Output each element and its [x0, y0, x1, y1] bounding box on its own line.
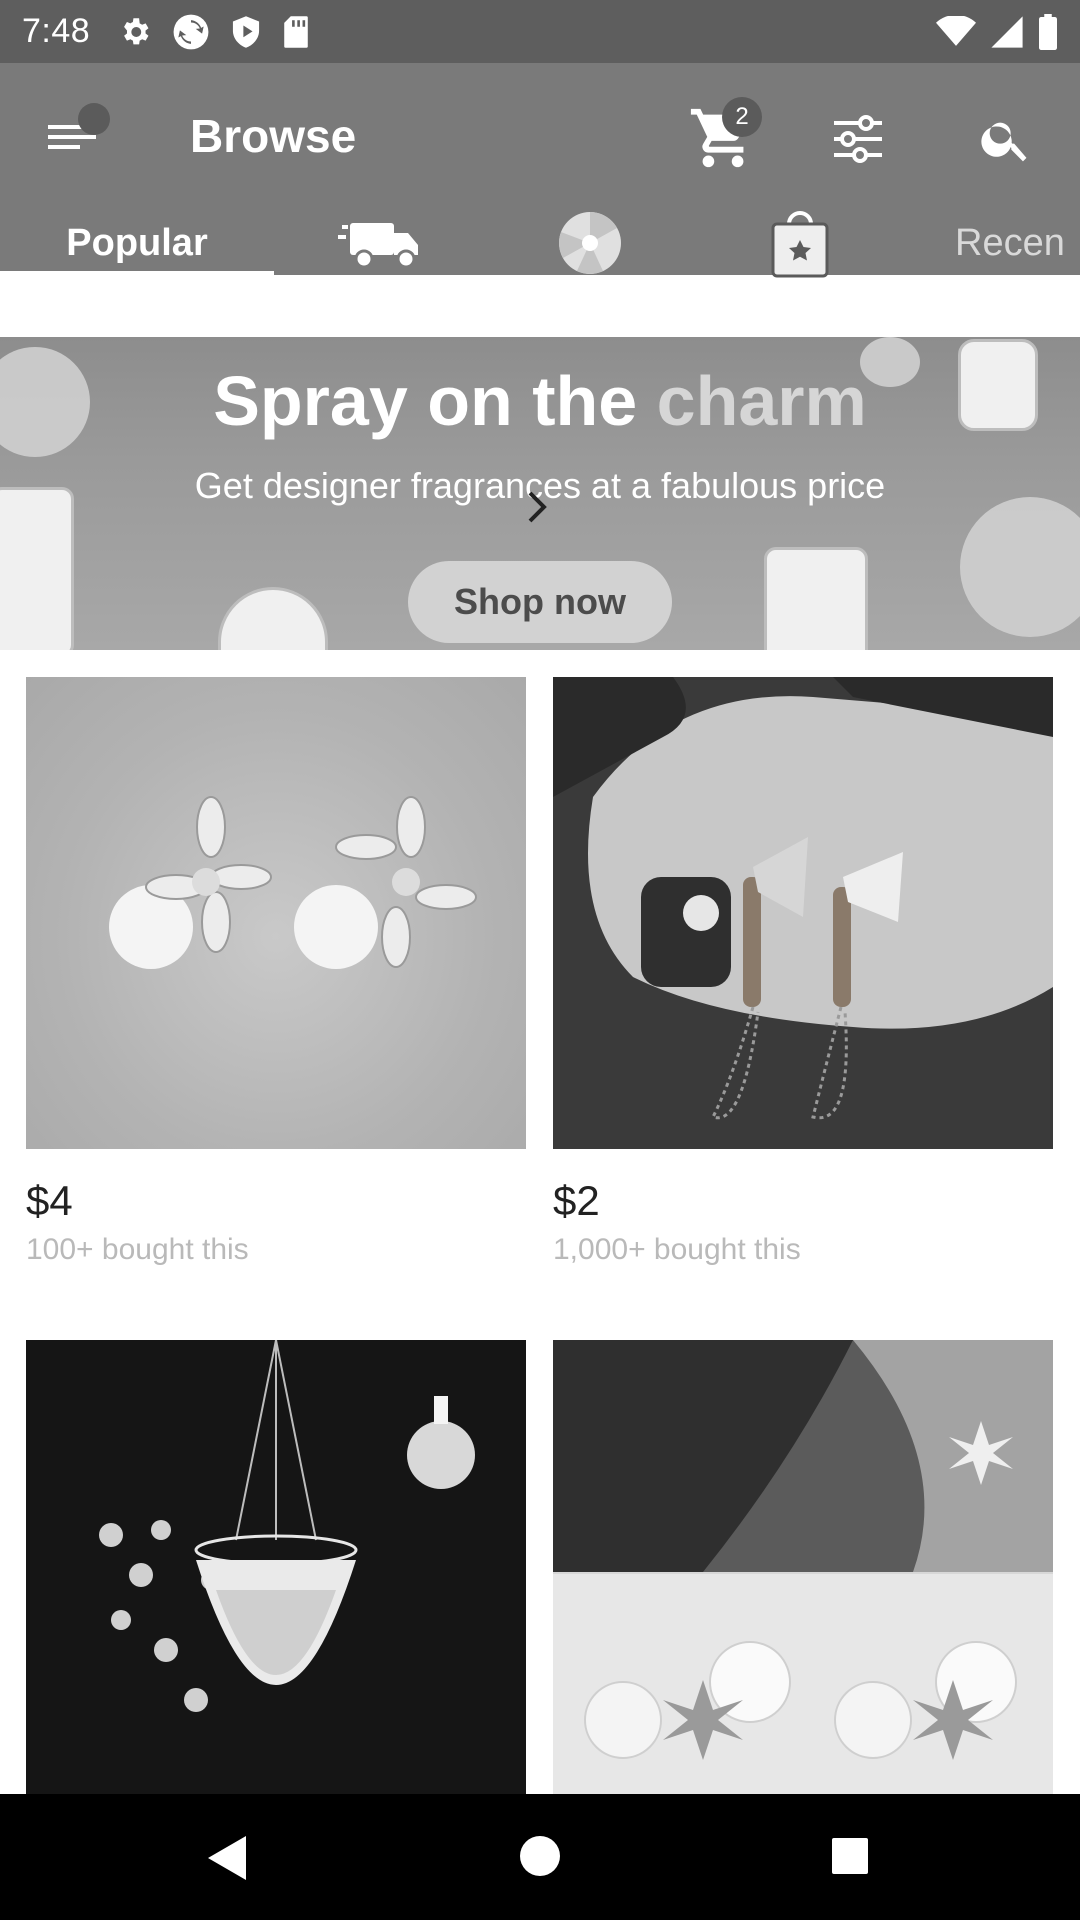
gear-icon [124, 17, 149, 44]
banner-title-highlight: charm [656, 362, 867, 440]
perfume-bottle-image [218, 587, 328, 650]
product-card[interactable]: $2 1,000+ bought this [553, 677, 1053, 1266]
sliders-icon [834, 115, 882, 163]
signal-icon [991, 15, 1023, 48]
app-screen: 7:48 Browse 2 Popular Recen Spray on the… [0, 0, 1080, 1920]
wifi-icon [936, 15, 976, 46]
mini-axe-keychains-illustration [553, 677, 1053, 1120]
shopping-bag-star-icon [771, 211, 829, 278]
tab-selected-indicator [0, 271, 274, 276]
tab-recent[interactable]: Recen [955, 211, 1080, 275]
category-tabs: Popular Recen [0, 211, 1080, 278]
product-card[interactable]: $4 100+ bought this [26, 677, 526, 1266]
status-notification-icons [118, 13, 310, 51]
product-image-star-pearl-earrings [553, 1340, 1053, 1794]
app-bar: Browse 2 Popular Recen [0, 63, 1080, 278]
product-card[interactable] [553, 1340, 1053, 1794]
battery-icon [1039, 13, 1057, 50]
product-image-mini-axes [553, 677, 1053, 1149]
tab-fast-shipping[interactable] [330, 211, 430, 275]
search-button[interactable] [978, 111, 1034, 172]
tab-wheel[interactable] [540, 211, 640, 275]
recents-icon[interactable] [830, 1836, 870, 1876]
dreamcatcher-lights-illustration [99, 1340, 475, 1712]
shield-play-icon [233, 15, 260, 48]
status-time: 7:48 [22, 12, 91, 50]
banner-title-main: Spray on the [213, 362, 638, 440]
blitz-wheel-icon [559, 212, 621, 274]
menu-notification-dot [78, 103, 110, 135]
shop-now-button[interactable]: Shop now [408, 561, 672, 643]
status-bar: 7:48 [0, 0, 1080, 63]
perfume-bottle-image [764, 547, 868, 650]
star-pearl-earrings-illustration [553, 1340, 1053, 1794]
promo-banner[interactable]: Spray on the charm Get designer fragranc… [0, 337, 1080, 650]
tab-popular[interactable]: Popular [0, 211, 274, 276]
product-card[interactable] [26, 1340, 526, 1794]
product-sold-count: 100+ bought this [26, 1233, 249, 1266]
search-icon [981, 122, 1027, 162]
product-price: $2 [553, 1177, 600, 1224]
truck-icon [338, 223, 418, 269]
home-icon[interactable] [518, 1834, 562, 1878]
tab-popular-label: Popular [66, 221, 208, 264]
product-sold-count: 1,000+ bought this [553, 1233, 801, 1266]
cart-count-badge: 2 [722, 97, 762, 137]
flower-decoration [960, 497, 1080, 637]
toolbar: Browse 2 [0, 63, 1080, 211]
product-image-dreamcatcher-lights [26, 1340, 526, 1794]
tab-shop[interactable] [750, 211, 850, 278]
status-system-icons [936, 13, 1058, 50]
pearl-flower-earrings-illustration [109, 796, 477, 969]
banner-title: Spray on the charm [0, 361, 1080, 441]
sd-card-icon [284, 15, 308, 48]
chevron-right-icon [528, 491, 547, 523]
perfume-bottle-image [0, 487, 74, 650]
system-nav-bar [0, 1794, 1080, 1920]
product-price: $4 [26, 1177, 73, 1224]
filter-button[interactable] [830, 111, 886, 172]
product-image-earrings [26, 677, 526, 1149]
page-title: Browse [190, 110, 357, 162]
sync-icon [173, 14, 209, 49]
back-icon[interactable] [204, 1834, 248, 1882]
